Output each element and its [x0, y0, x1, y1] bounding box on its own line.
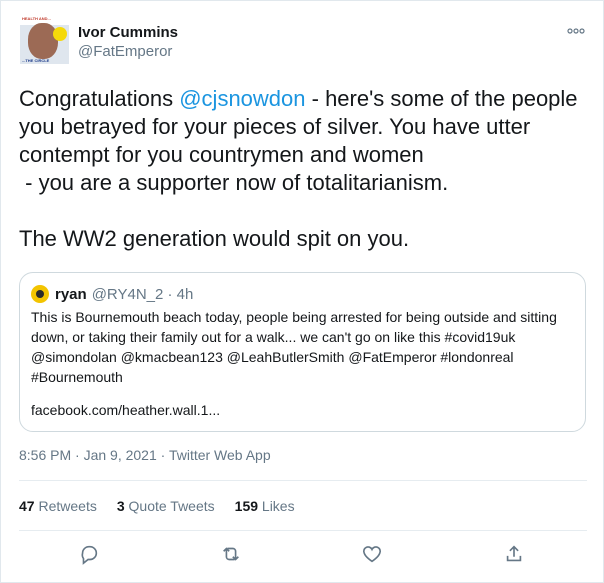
avatar-face: [28, 23, 58, 59]
quoted-tweet-text: This is Bournemouth beach today, people …: [31, 309, 561, 385]
smiley-icon: [53, 27, 67, 41]
quoted-author-handle: @RY4N_2 · 4h: [91, 285, 194, 303]
quoted-tweet-header: ryan @RY4N_2 · 4h: [31, 284, 193, 304]
tweet-timestamp[interactable]: 8:56 PM · Jan 9, 2021 · Twitter Web App: [19, 447, 271, 463]
quote-tweets-stat[interactable]: 3 Quote Tweets: [117, 498, 215, 514]
likes-stat[interactable]: 159 Likes: [235, 498, 295, 514]
retweet-icon[interactable]: [216, 539, 246, 569]
like-icon[interactable]: [357, 539, 387, 569]
divider: [19, 530, 587, 531]
tweet-card: HEALTH AND... ...THE CIRCLE Ivor Cummins…: [0, 0, 604, 583]
quoted-avatar: [31, 285, 49, 303]
avatar-top-text: HEALTH AND...: [22, 16, 51, 21]
retweets-label: Retweets: [38, 498, 97, 514]
quote-tweets-label: Quote Tweets: [128, 498, 215, 514]
tweet-text-start: Congratulations: [19, 86, 180, 111]
reply-icon[interactable]: [74, 539, 104, 569]
author-name[interactable]: Ivor Cummins: [78, 24, 178, 41]
author-avatar[interactable]: HEALTH AND... ...THE CIRCLE: [20, 15, 69, 64]
mention-link[interactable]: @cjsnowdon: [179, 86, 305, 111]
likes-label: Likes: [261, 498, 295, 514]
quoted-tweet[interactable]: ryan @RY4N_2 · 4h This is Bournemouth be…: [19, 272, 586, 432]
avatar-bottom-text: ...THE CIRCLE: [22, 58, 50, 63]
retweets-count: 47: [19, 498, 35, 514]
likes-count: 159: [234, 498, 259, 514]
retweets-stat[interactable]: 47 Retweets: [19, 498, 97, 514]
author-handle[interactable]: @FatEmperor: [78, 43, 172, 60]
quoted-author-name: ryan: [55, 285, 87, 303]
tweet-text: Congratulations @cjsnowdon - here's some…: [19, 85, 587, 253]
share-icon[interactable]: [499, 539, 529, 569]
tweet-stats: 47 Retweets 3 Quote Tweets 159 Likes: [19, 498, 315, 514]
quoted-tweet-link[interactable]: facebook.com/heather.wall.1...: [31, 402, 220, 418]
more-dots-icon[interactable]: [567, 23, 585, 37]
tweet-actions: [19, 539, 587, 569]
quote-tweets-count: 3: [116, 498, 125, 514]
divider: [19, 480, 587, 481]
